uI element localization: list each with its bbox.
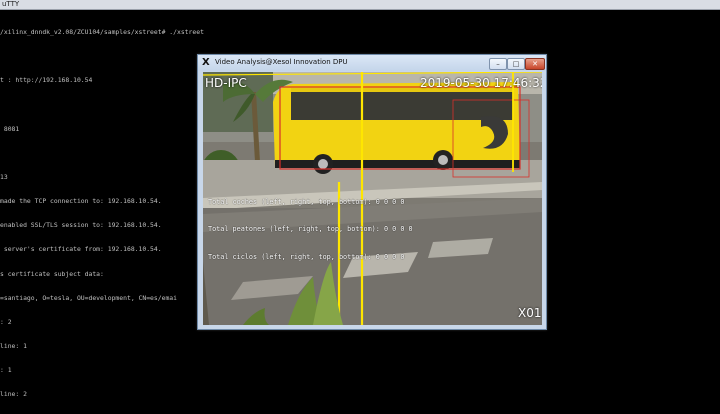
maximize-button[interactable]: □: [507, 58, 525, 70]
terminal-line: /xilinx_dnndk_v2.08/ZCU104/samples/xstre…: [0, 28, 204, 37]
video-window-title-bar[interactable]: X Video Analysis@Xesol Innovation DPU – …: [198, 55, 546, 71]
terminal-line: line: 1: [0, 341, 27, 350]
traffic-stats: Total coches (left, right, top, bottom):…: [208, 179, 413, 281]
camera-label: HD-IPC: [205, 76, 247, 90]
video-window-title: Video Analysis@Xesol Innovation DPU: [215, 58, 348, 66]
putty-title-bar[interactable]: uTTY: [0, 0, 720, 10]
video-frame[interactable]: HD-IPC 2019-05-30 17:46:32 X01 Total coc…: [203, 72, 542, 325]
datetime-overlay: 2019-05-30 17:46:32: [420, 76, 542, 90]
putty-title: uTTY: [2, 0, 20, 8]
stats-line-cars: Total coches (left, right, top, bottom):…: [208, 197, 405, 206]
stats-line-pedestrians: Total peatones (left, right, top, bottom…: [208, 225, 413, 234]
channel-label: X01: [518, 306, 542, 320]
video-analysis-window[interactable]: X Video Analysis@Xesol Innovation DPU – …: [197, 54, 547, 330]
terminal-line: line: 2: [0, 390, 27, 399]
stats-line-bicycles: Total ciclos (left, right, top, bottom):…: [208, 253, 405, 262]
terminal-line: : 1: [0, 366, 12, 375]
close-button[interactable]: ✕: [525, 58, 545, 70]
minimize-button[interactable]: –: [489, 58, 507, 70]
x-logo-icon: X: [202, 57, 210, 68]
